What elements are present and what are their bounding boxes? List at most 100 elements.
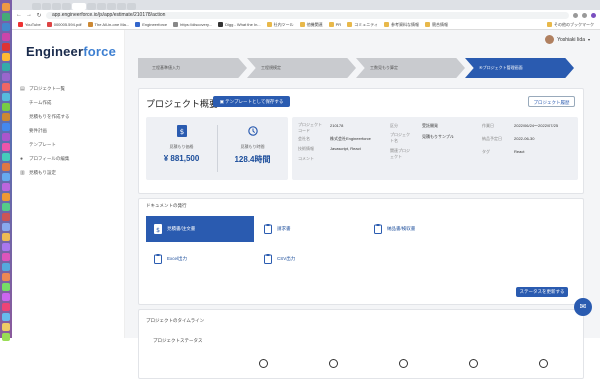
dock-app-icon[interactable] xyxy=(2,193,10,201)
extension-icon[interactable] xyxy=(573,12,578,18)
sidebar-item-create-estimate[interactable]: 見積もりを作成する xyxy=(20,114,70,120)
step-4-active[interactable]: ④プロジェクト管理画面 xyxy=(465,58,574,78)
save-template-button[interactable]: ▣ テンプレートとして保存する xyxy=(213,96,290,107)
timeline-step[interactable] xyxy=(469,359,478,368)
invoice-button[interactable]: 請求書 xyxy=(256,216,356,242)
browser-tab[interactable] xyxy=(87,3,96,10)
dock-app-icon[interactable] xyxy=(2,243,10,251)
dock-app-icon[interactable] xyxy=(2,323,10,331)
reload-icon[interactable]: ↻ xyxy=(36,12,42,19)
browser-tab[interactable] xyxy=(97,3,106,10)
dock-app-icon[interactable] xyxy=(2,53,10,61)
dock-app-icon[interactable] xyxy=(2,213,10,221)
clipboard-icon xyxy=(154,254,162,264)
bookmark[interactable]: https://discovery... xyxy=(173,22,212,27)
dock-app-icon[interactable] xyxy=(2,93,10,101)
dock-app-icon[interactable] xyxy=(2,43,10,51)
update-status-button[interactable]: ステータスを更新する xyxy=(516,287,568,297)
bookmark[interactable]: 000005.594.pdf xyxy=(46,22,82,27)
timeline-step[interactable] xyxy=(329,359,338,368)
chat-icon[interactable]: ✉ xyxy=(574,298,592,316)
svg-text:$: $ xyxy=(179,128,183,136)
dock-app-icon[interactable] xyxy=(2,153,10,161)
dock-app-icon[interactable] xyxy=(2,303,10,311)
browser-tab-active[interactable] xyxy=(72,3,86,10)
dock-app-icon[interactable] xyxy=(2,293,10,301)
timeline-step[interactable] xyxy=(539,359,548,368)
dock-app-icon[interactable] xyxy=(2,63,10,71)
dock-app-icon[interactable] xyxy=(2,273,10,281)
browser-tab[interactable] xyxy=(107,3,116,10)
csv-export-button[interactable]: CSV出力 xyxy=(256,246,356,272)
bookmark[interactable]: Engineerforce xyxy=(135,22,167,27)
dock-app-icon[interactable] xyxy=(2,173,10,181)
folder-icon xyxy=(347,22,353,27)
dock-app-icon[interactable] xyxy=(2,3,10,11)
browser-tab[interactable] xyxy=(42,3,51,10)
dock-app-icon[interactable] xyxy=(2,113,10,121)
bookmark[interactable]: The All-in-one Ma... xyxy=(87,22,129,27)
other-bookmarks[interactable]: その他のブックマーク xyxy=(547,22,594,28)
dock-app-icon[interactable] xyxy=(2,183,10,191)
dock-app-icon[interactable] xyxy=(2,123,10,131)
dock-app-icon[interactable] xyxy=(2,263,10,271)
browser-tab[interactable] xyxy=(117,3,126,10)
user-menu[interactable]: Yoshiaki Iida ▾ xyxy=(545,35,590,44)
bookmark[interactable]: YouTube xyxy=(18,22,41,27)
dock-app-icon[interactable] xyxy=(2,283,10,291)
browser-tab[interactable] xyxy=(127,3,136,10)
folder-icon xyxy=(299,22,305,27)
dock-app-icon[interactable] xyxy=(2,233,10,241)
dock-app-icon[interactable] xyxy=(2,203,10,211)
bookmark-folder[interactable]: 社内ツール xyxy=(266,22,294,28)
quote-order-button[interactable]: $ 見積書/注文書 xyxy=(146,216,254,242)
bookmark[interactable]: Digg - What the In... xyxy=(218,22,261,27)
clipboard-icon xyxy=(374,224,382,234)
bookmark-folder[interactable]: コミュニティ xyxy=(347,22,378,28)
extension-icon[interactable] xyxy=(582,12,587,18)
excel-export-button[interactable]: Excel出力 xyxy=(146,246,246,272)
back-icon[interactable]: ← xyxy=(16,12,22,18)
dock-app-icon[interactable] xyxy=(2,253,10,261)
sidebar-item-profile[interactable]: ● プロフィールの編集 xyxy=(20,156,69,162)
browser-tab[interactable] xyxy=(62,3,71,10)
dock-app-icon[interactable] xyxy=(2,223,10,231)
sidebar-item-estimate-settings[interactable]: ▥ 見積もり設定 xyxy=(20,170,56,176)
timeline-step[interactable] xyxy=(399,359,408,368)
dock-app-icon[interactable] xyxy=(2,73,10,81)
sidebar-item-team[interactable]: チーム作成 xyxy=(20,100,51,106)
blank-icon xyxy=(20,115,25,120)
dock-app-icon[interactable] xyxy=(2,333,10,341)
clipboard-icon xyxy=(264,254,272,264)
bookmark-folder[interactable]: 参考資料な情報 xyxy=(383,22,419,28)
sidebar-item-templates[interactable]: テンプレート xyxy=(20,142,56,148)
dock-app-icon[interactable] xyxy=(2,133,10,141)
url-field[interactable]: app.engineerforce.io/js/app/estimate/210… xyxy=(46,11,569,19)
dock-app-icon[interactable] xyxy=(2,313,10,321)
os-dock xyxy=(0,0,12,341)
dock-app-icon[interactable] xyxy=(2,143,10,151)
bookmark-folder[interactable]: 競合情報 xyxy=(424,22,448,28)
dock-app-icon[interactable] xyxy=(2,163,10,171)
step-3[interactable]: 工数見もり算定 xyxy=(356,58,465,78)
bookmark-folder[interactable]: 他機関連 xyxy=(299,22,323,28)
browser-tab[interactable] xyxy=(52,3,61,10)
dock-app-icon[interactable] xyxy=(2,13,10,21)
sidebar-item-projects[interactable]: ▤ プロジェクト一覧 xyxy=(20,86,65,92)
step-1[interactable]: 工程基準値入力 xyxy=(138,58,247,78)
timeline-card: プロジェクトのタイムライン プロジェクトステータス xyxy=(138,309,584,379)
dock-app-icon[interactable] xyxy=(2,33,10,41)
forward-icon[interactable]: → xyxy=(26,12,32,18)
project-history-button[interactable]: プロジェクト履歴 xyxy=(528,96,575,107)
sidebar-item-requirements[interactable]: 要件計画 xyxy=(20,128,47,134)
timeline-step[interactable] xyxy=(259,359,268,368)
delivery-note-button[interactable]: 納品書/検収書 xyxy=(366,216,466,242)
dock-app-icon[interactable] xyxy=(2,83,10,91)
dock-app-icon[interactable] xyxy=(2,23,10,31)
step-2[interactable]: 工程規模定 xyxy=(247,58,356,78)
browser-tab[interactable] xyxy=(32,3,41,10)
profile-icon[interactable] xyxy=(591,12,596,18)
app-logo[interactable]: Engineerforce xyxy=(26,44,116,59)
dock-app-icon[interactable] xyxy=(2,103,10,111)
bookmark-folder[interactable]: PR xyxy=(328,22,341,27)
